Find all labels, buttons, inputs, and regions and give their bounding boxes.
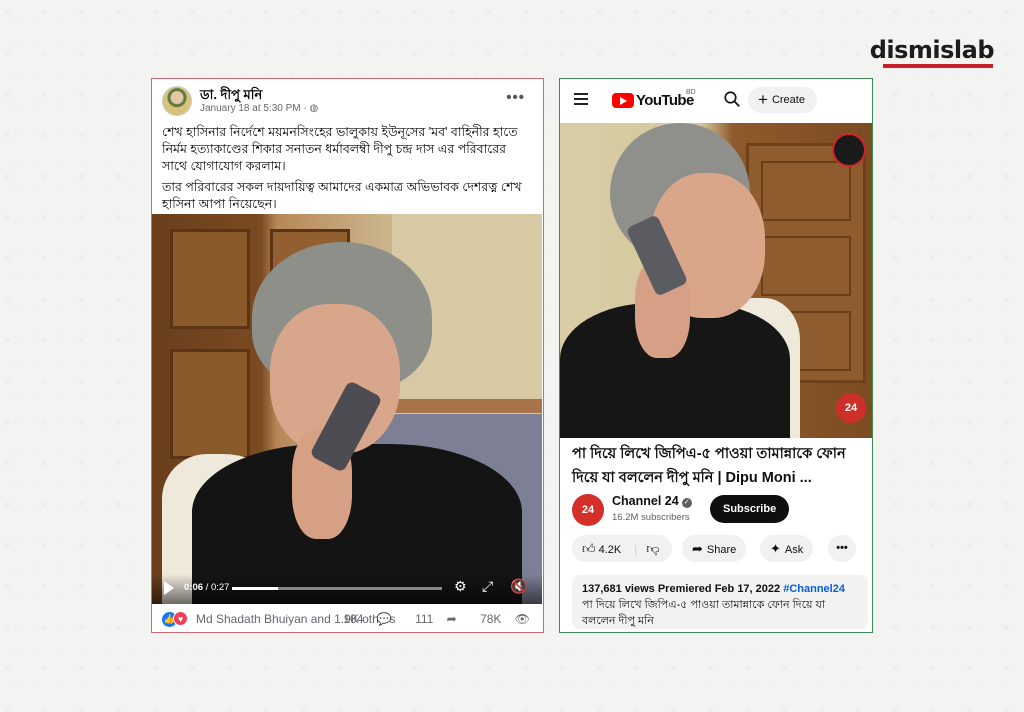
country-code: BD: [686, 89, 696, 96]
post-footer: 👍 ♥ Md Shadath Bhuiyan and 1.9K others 10…: [152, 607, 542, 631]
love-icon: ♥: [173, 611, 188, 626]
post-video[interactable]: 0:06 / 0:27 ⚙ ⤢ 🔇: [152, 214, 542, 604]
facebook-post-card: ডা. দীপু মনি January 18 at 5:30 PM · ◍ •…: [151, 78, 544, 633]
share-icon: ➦: [692, 541, 703, 556]
share-button[interactable]: ➦ Share: [682, 535, 747, 562]
channel-name[interactable]: Channel 24 ✓: [612, 494, 692, 508]
description-text: পা দিয়ে লিখে জিপিএ-৫ পাওয়া তামান্নাকে …: [582, 599, 826, 627]
post-stats: 104 💬 111 ➦ 78K 👁: [323, 612, 530, 626]
youtube-video-player[interactable]: 24: [560, 123, 872, 438]
fullscreen-icon[interactable]: ⤢: [482, 578, 493, 595]
settings-icon[interactable]: ⚙: [454, 578, 467, 595]
share-icon: ➦: [446, 612, 457, 626]
like-dislike-group: 👍︎ 4.2K | 👎︎: [572, 535, 672, 562]
logo-underline: [883, 64, 993, 68]
video-description[interactable]: 137,681 views Premiered Feb 17, 2022 #Ch…: [572, 575, 868, 629]
reaction-icons[interactable]: 👍 ♥: [162, 611, 188, 627]
verified-icon: ✓: [681, 498, 692, 508]
view-count: 78K 👁: [480, 612, 530, 626]
play-icon[interactable]: [164, 581, 174, 595]
channel-watermark-icon: [832, 133, 866, 167]
post-paragraph: তার পরিবারের সকল দায়দায়িত্ব আমাদের একম…: [162, 180, 522, 211]
hamburger-menu-icon[interactable]: [574, 93, 588, 108]
subscribe-button[interactable]: Subscribe: [710, 495, 790, 523]
share-count[interactable]: 111 ➦: [405, 612, 457, 626]
sparkle-icon: ✦: [770, 541, 781, 556]
youtube-page-card: YouTube BD + Create 24 পা দিয়ে লিখে জিপি…: [559, 78, 873, 633]
create-button[interactable]: + Create: [748, 87, 817, 113]
timestamp-text: January 18 at 5:30 PM: [200, 103, 301, 114]
mute-icon[interactable]: 🔇: [510, 578, 527, 595]
author-avatar[interactable]: [162, 86, 192, 116]
post-paragraph: শেখ হাসিনার নির্দেশে ময়মনসিংহের ভালুকায…: [162, 125, 518, 173]
video-progress-bar[interactable]: [232, 587, 442, 590]
search-icon[interactable]: [723, 90, 741, 108]
comment-count[interactable]: 104 💬: [333, 612, 391, 626]
more-actions-icon[interactable]: •••: [828, 535, 856, 562]
video-timer: 0:06 / 0:27: [184, 582, 230, 593]
progress-fill: [232, 587, 279, 590]
youtube-logo[interactable]: YouTube: [612, 92, 694, 109]
views-and-date: 137,681 views Premiered Feb 17, 2022: [582, 583, 781, 595]
action-bar: 👍︎ 4.2K | 👎︎ ➦ Share ✦ Ask •••: [572, 535, 872, 565]
plus-icon: +: [758, 90, 768, 109]
video-controls: 0:06 / 0:27 ⚙ ⤢ 🔇: [152, 574, 542, 604]
like-button[interactable]: 👍︎ 4.2K: [582, 535, 621, 564]
eye-icon: 👁: [514, 612, 530, 626]
youtube-topbar: YouTube BD + Create: [560, 79, 872, 123]
post-timestamp[interactable]: January 18 at 5:30 PM · ◍: [200, 103, 318, 114]
post-text: শেখ হাসিনার নির্দেশে ময়মনসিংহের ভালুকায…: [152, 124, 543, 213]
video-title[interactable]: পা দিয়ে লিখে জিপিএ-৫ পাওয়া তামান্নাকে …: [572, 442, 867, 490]
dislike-icon[interactable]: 👎︎: [646, 535, 659, 562]
subscriber-count: 16.2M subscribers: [612, 512, 690, 523]
comment-icon: 💬: [376, 612, 392, 626]
globe-icon: · ◍: [303, 103, 319, 114]
dismislab-logo: dismislab: [869, 36, 995, 64]
channel-logo-overlay: 24: [836, 393, 866, 423]
hashtag-link[interactable]: #Channel24: [783, 583, 845, 595]
ask-button[interactable]: ✦ Ask: [760, 535, 814, 562]
more-options-icon[interactable]: •••: [506, 89, 525, 106]
youtube-play-icon: [612, 93, 634, 108]
channel-avatar[interactable]: 24: [572, 494, 604, 526]
post-header: ডা. দীপু মনি January 18 at 5:30 PM · ◍ •…: [152, 79, 543, 124]
channel-row: 24 Channel 24 ✓ 16.2M subscribers Subscri…: [572, 494, 867, 526]
